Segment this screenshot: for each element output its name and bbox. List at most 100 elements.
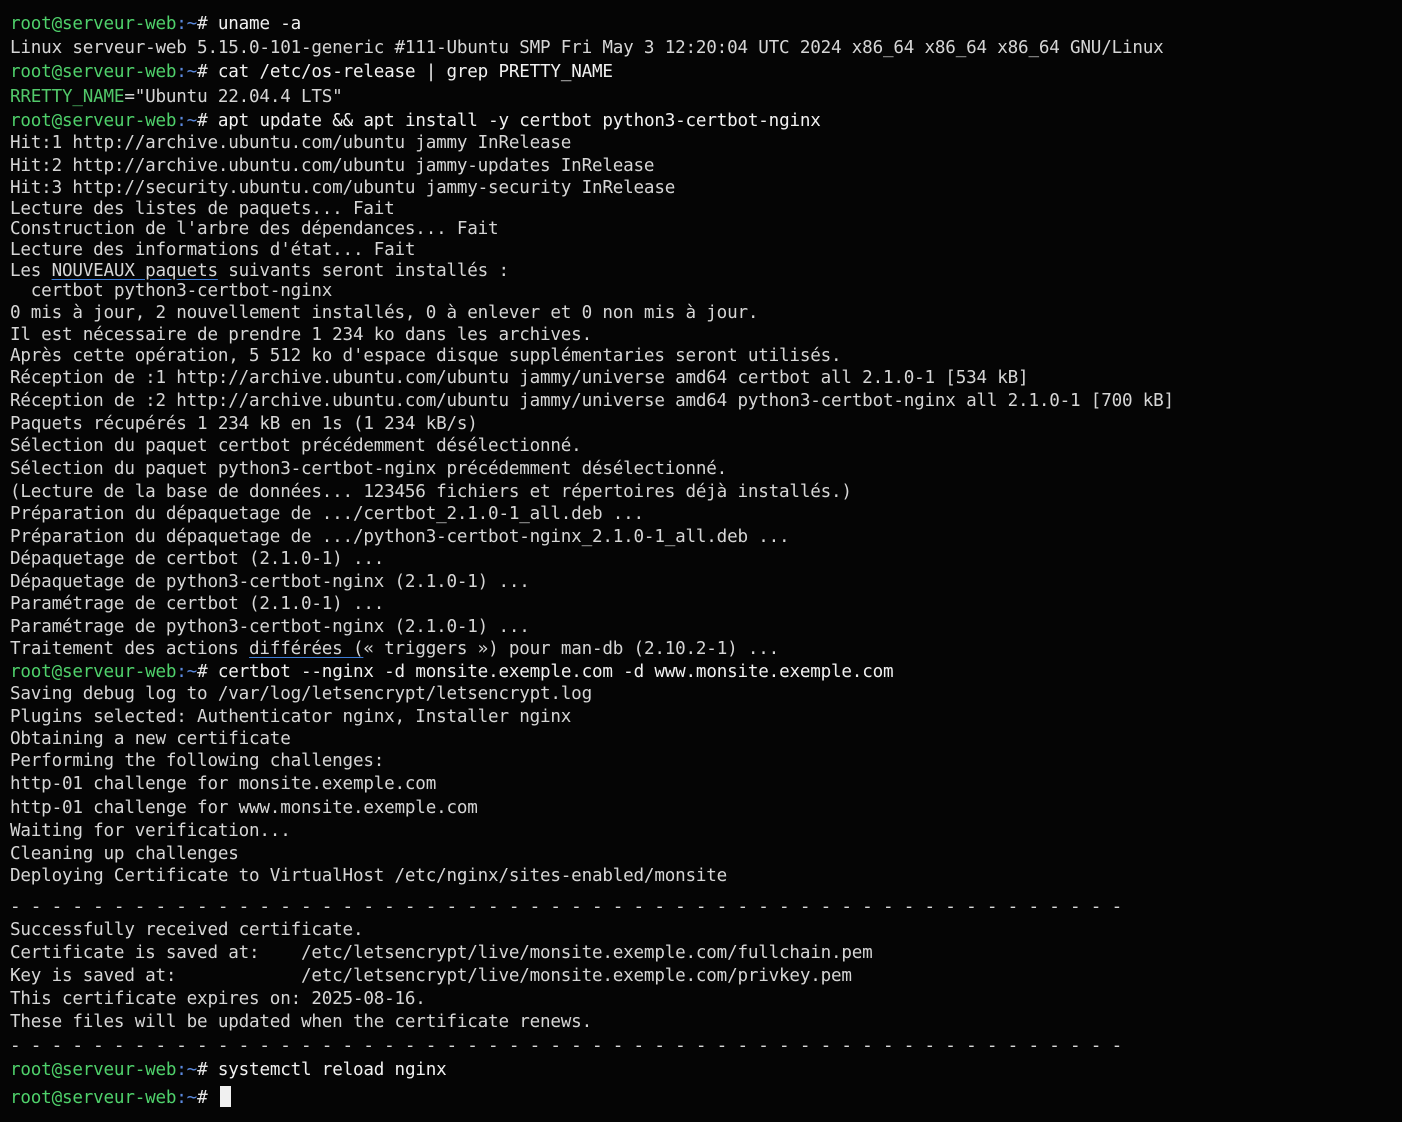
output-text: Dépaquetage de python3-certbot-nginx (2.… xyxy=(10,572,530,592)
output-line: certbot python3-certbot-nginx xyxy=(10,280,333,302)
prompt-host: root@serveur-web xyxy=(10,111,177,131)
output-line: Sélection du paquet certbot précédemment… xyxy=(10,435,582,457)
prompt-line: root@serveur-web:~# xyxy=(10,1086,231,1108)
output-line: Performing the following challenges: xyxy=(10,750,384,772)
output-line: These files will be updated when the cer… xyxy=(10,1011,592,1033)
output-line: Saving debug log to /var/log/letsencrypt… xyxy=(10,683,592,705)
output-line: Construction de l'arbre des dépendances.… xyxy=(10,218,499,240)
output-text: http-01 challenge for monsite.exemple.co… xyxy=(10,774,437,794)
output-text: This certificate expires on: 2025-08-16. xyxy=(10,989,426,1009)
output-line: Obtaining a new certificate xyxy=(10,728,291,750)
output-line: Hit:3 http://security.ubuntu.com/ubuntu … xyxy=(10,177,675,199)
command-text: apt update && apt install -y certbot pyt… xyxy=(207,111,821,131)
output-line: Lecture des informations d'état... Fait xyxy=(10,239,416,261)
output-text: Lecture des listes de paquets... Fait xyxy=(10,199,395,219)
output-text: Cleaning up challenges xyxy=(10,844,239,864)
prompt-line: root@serveur-web:~# systemctl reload ngi… xyxy=(10,1059,447,1081)
prompt-line: root@serveur-web:~# uname -a xyxy=(10,13,301,35)
command-text: certbot --nginx -d monsite.exemple.com -… xyxy=(207,662,894,682)
output-text: Les xyxy=(10,261,52,281)
output-line: (Lecture de la base de données... 123456… xyxy=(10,481,852,503)
prompt-path: :~ xyxy=(176,1088,198,1108)
output-text: Key is saved at: /etc/letsencrypt/live/m… xyxy=(10,966,852,986)
output-line: Cleaning up challenges xyxy=(10,843,239,865)
output-text: Linux serveur-web 5.15.0-101-generic #11… xyxy=(10,38,1164,58)
prompt-path: :~ xyxy=(176,662,198,682)
separator-dashes: - - - - - - - - - - - - - - - - - - - - … xyxy=(10,897,1122,917)
output-line: Successfully received certificate. xyxy=(10,919,364,941)
command-text: uname -a xyxy=(207,14,302,34)
output-text: Il est nécessaire de prendre 1 234 ko da… xyxy=(10,325,592,345)
output-line: This certificate expires on: 2025-08-16. xyxy=(10,988,426,1010)
prompt-host: root@serveur-web xyxy=(10,62,177,82)
prompt-path: :~ xyxy=(176,111,198,131)
output-line: Réception de :2 http://archive.ubuntu.co… xyxy=(10,390,1174,412)
output-line: http-01 challenge for monsite.exemple.co… xyxy=(10,773,436,795)
output-line: Linux serveur-web 5.15.0-101-generic #11… xyxy=(10,37,1164,59)
prompt-host: root@serveur-web xyxy=(10,662,177,682)
output-text: Deploying Certificate to VirtualHost /et… xyxy=(10,866,728,886)
output-line: Paquets récupérés 1 234 kB en 1s (1 234 … xyxy=(10,413,478,435)
text-cursor[interactable] xyxy=(219,1086,231,1107)
output-text: Obtaining a new certificate xyxy=(10,729,291,749)
terminal-window[interactable]: root@serveur-web:~# uname -a Linux serveu… xyxy=(0,0,1402,1122)
separator-dashes: - - - - - - - - - - - - - - - - - - - - … xyxy=(10,1036,1122,1056)
output-text: « triggers ») pour man-db (2.10.2-1) ... xyxy=(363,639,780,659)
output-line: Sélection du paquet python3-certbot-ngin… xyxy=(10,458,727,480)
output-text: Réception de :1 http://archive.ubuntu.co… xyxy=(10,368,1029,388)
prompt-path: :~ xyxy=(176,62,198,82)
output-text: certbot python3-certbot-nginx xyxy=(10,281,333,301)
output-text: Successfully received certificate. xyxy=(10,920,364,940)
output-line: Dépaquetage de python3-certbot-nginx (2.… xyxy=(10,571,530,593)
prompt-line: root@serveur-web:~# apt update && apt in… xyxy=(10,110,821,132)
output-line: Deploying Certificate to VirtualHost /et… xyxy=(10,865,727,887)
output-text: Dépaquetage de certbot (2.1.0-1) ... xyxy=(10,549,385,569)
output-text: Paquets récupérés 1 234 kB en 1s (1 234 … xyxy=(10,414,478,434)
output-text: 0 mis à jour, 2 nouvellement installés, … xyxy=(10,303,759,323)
output-text: Sélection du paquet certbot précédemment… xyxy=(10,436,582,456)
env-key: RRETTY_NAME xyxy=(10,87,125,107)
output-line: Traitement des actions différées (« trig… xyxy=(10,638,779,660)
env-value: ="Ubuntu 22.04.4 LTS" xyxy=(124,87,343,107)
output-line: Lecture des listes de paquets... Fait xyxy=(10,198,395,220)
output-line: Préparation du dépaquetage de .../certbo… xyxy=(10,503,644,525)
output-line: Les NOUVEAUX paquets suivants seront ins… xyxy=(10,260,509,282)
output-line: Réception de :1 http://archive.ubuntu.co… xyxy=(10,367,1029,389)
output-line: Certificate is saved at: /etc/letsencryp… xyxy=(10,942,873,964)
prompt-symbol: # xyxy=(197,111,208,131)
prompt-symbol: # xyxy=(197,14,208,34)
output-text: These files will be updated when the cer… xyxy=(10,1012,592,1032)
output-text: Traitement des actions xyxy=(10,639,250,659)
output-line: Paramétrage de certbot (2.1.0-1) ... xyxy=(10,593,384,615)
output-line: Plugins selected: Authenticator nginx, I… xyxy=(10,706,571,728)
prompt-line: root@serveur-web:~# certbot --nginx -d m… xyxy=(10,661,894,683)
prompt-symbol: # xyxy=(197,1060,208,1080)
underlined-text: NOUVEAUX paquets xyxy=(51,261,218,281)
output-line: Paramétrage de python3-certbot-nginx (2.… xyxy=(10,616,530,638)
prompt-host: root@serveur-web xyxy=(10,1088,177,1108)
output-line: Key is saved at: /etc/letsencrypt/live/m… xyxy=(10,965,852,987)
output-line: Après cette opération, 5 512 ko d'espace… xyxy=(10,345,842,367)
output-line: Hit:1 http://archive.ubuntu.com/ubuntu j… xyxy=(10,132,571,154)
prompt-symbol: # xyxy=(197,1088,208,1108)
output-text: Hit:1 http://archive.ubuntu.com/ubuntu j… xyxy=(10,133,572,153)
output-text: Waiting for verification... xyxy=(10,821,291,841)
output-text: http-01 challenge for www.monsite.exempl… xyxy=(10,798,478,818)
output-text: Hit:3 http://security.ubuntu.com/ubuntu … xyxy=(10,178,676,198)
output-line: Hit:2 http://archive.ubuntu.com/ubuntu j… xyxy=(10,155,655,177)
prompt-path: :~ xyxy=(176,1060,198,1080)
prompt-line: root@serveur-web:~# cat /etc/os-release … xyxy=(10,61,613,83)
command-text: systemctl reload nginx xyxy=(207,1060,447,1080)
prompt-symbol: # xyxy=(197,662,208,682)
output-text: Saving debug log to /var/log/letsencrypt… xyxy=(10,684,592,704)
prompt-symbol: # xyxy=(197,62,208,82)
output-line: http-01 challenge for www.monsite.exempl… xyxy=(10,797,478,819)
output-text: Paramétrage de python3-certbot-nginx (2.… xyxy=(10,617,530,637)
prompt-path: :~ xyxy=(176,14,198,34)
output-text: Certificate is saved at: /etc/letsencryp… xyxy=(10,943,873,963)
separator-line: - - - - - - - - - - - - - - - - - - - - … xyxy=(10,896,1122,918)
prompt-host: root@serveur-web xyxy=(10,1060,177,1080)
output-text: Préparation du dépaquetage de .../python… xyxy=(10,527,790,547)
underlined-text: différées ( xyxy=(249,639,364,659)
output-text: Hit:2 http://archive.ubuntu.com/ubuntu j… xyxy=(10,156,655,176)
